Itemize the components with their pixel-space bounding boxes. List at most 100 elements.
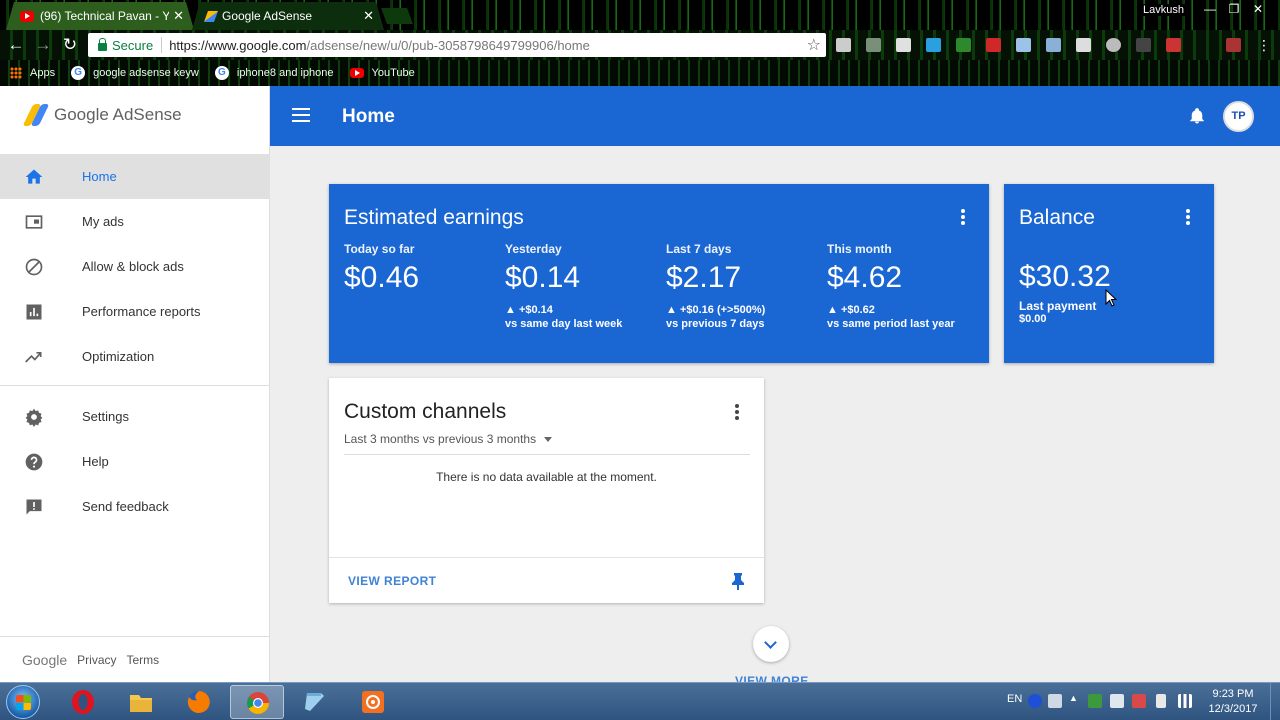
close-window-icon[interactable]: ✕ bbox=[1246, 2, 1270, 16]
browser-menu-icon[interactable]: ⋮ bbox=[1254, 35, 1274, 55]
metric-yesterday: Yesterday $0.14 ▲ +$0.14 vs same day las… bbox=[505, 242, 665, 331]
chrome-icon bbox=[247, 692, 269, 714]
bookmark-apps[interactable]: Apps bbox=[10, 67, 55, 79]
bookmark-adsense-keyword[interactable]: G google adsense keyw bbox=[71, 66, 199, 80]
metric-delta: ▲ +$0.14 bbox=[505, 304, 553, 316]
more-options-icon[interactable] bbox=[1186, 209, 1190, 225]
pin-icon[interactable] bbox=[731, 572, 745, 590]
notifications-bell-icon[interactable] bbox=[1188, 106, 1206, 126]
date-range-dropdown[interactable]: Last 3 months vs previous 3 months bbox=[344, 432, 553, 446]
extension-icon[interactable] bbox=[1106, 38, 1121, 52]
tray-icon[interactable] bbox=[1088, 694, 1102, 708]
profile-name[interactable]: Lavkush bbox=[1140, 4, 1187, 16]
view-more-button[interactable] bbox=[753, 626, 789, 662]
browser-tab-youtube[interactable]: (96) Technical Pavan - Yo ✕ bbox=[6, 2, 194, 30]
view-report-button[interactable]: VIEW REPORT bbox=[348, 574, 436, 588]
sidebar-item-optimization[interactable]: Optimization bbox=[0, 334, 270, 379]
bookmark-star-icon[interactable]: ☆ bbox=[807, 35, 821, 55]
extension-icon[interactable] bbox=[896, 38, 911, 52]
secure-label: Secure bbox=[112, 37, 154, 53]
youtube-icon bbox=[20, 11, 34, 22]
metric-compare: vs same period last year bbox=[827, 318, 955, 330]
taskbar-app-opera[interactable] bbox=[56, 685, 110, 719]
bookmark-youtube[interactable]: YouTube bbox=[349, 67, 415, 79]
metric-compare: vs previous 7 days bbox=[666, 318, 765, 330]
forward-icon[interactable]: → bbox=[33, 35, 53, 55]
tab-close-icon[interactable]: ✕ bbox=[363, 8, 374, 24]
tab-close-icon[interactable]: ✕ bbox=[173, 8, 184, 24]
extension-icon[interactable] bbox=[836, 38, 851, 52]
tag-icon[interactable] bbox=[1076, 38, 1091, 52]
caret-down-icon bbox=[544, 436, 553, 442]
tray-icon[interactable] bbox=[1132, 694, 1146, 708]
dropdown-underline bbox=[344, 454, 750, 455]
metric-value: $4.62 bbox=[827, 261, 903, 294]
windows-start-button[interactable] bbox=[6, 685, 40, 719]
sidebar-item-help[interactable]: Help bbox=[0, 439, 270, 484]
balance-value: $30.32 bbox=[1019, 260, 1111, 293]
more-options-icon[interactable] bbox=[961, 209, 965, 225]
url-host: https://www.google.com bbox=[169, 37, 307, 53]
extension-icon[interactable] bbox=[1046, 38, 1061, 52]
chevron-down-icon bbox=[764, 636, 777, 649]
browser-tab-strip: (96) Technical Pavan - Yo ✕ Google AdSen… bbox=[0, 0, 1280, 30]
taskbar-app-recorder[interactable] bbox=[346, 685, 400, 719]
volume-icon[interactable] bbox=[1110, 694, 1124, 708]
bookmark-iphone8[interactable]: G iphone8 and iphone bbox=[214, 66, 334, 80]
twitter-icon[interactable] bbox=[926, 38, 941, 52]
windows-taskbar: EN ▲ 9:23 PM 12/3/2017 bbox=[0, 682, 1280, 720]
signal-icon[interactable] bbox=[1178, 694, 1192, 708]
extension-icon[interactable] bbox=[1136, 38, 1151, 52]
taskbar-app-explorer[interactable] bbox=[114, 685, 168, 719]
reload-icon[interactable]: ↻ bbox=[60, 35, 80, 55]
sidebar-item-home[interactable]: Home bbox=[0, 154, 270, 199]
terms-link[interactable]: Terms bbox=[127, 653, 160, 667]
extension-icon[interactable] bbox=[1016, 38, 1031, 52]
brand[interactable]: Google AdSense bbox=[24, 104, 182, 126]
taskbar-app-firefox[interactable] bbox=[172, 685, 226, 719]
back-icon[interactable]: ← bbox=[6, 35, 26, 55]
sidebar-item-allow-block-ads[interactable]: Allow & block ads bbox=[0, 244, 270, 289]
profile-icon[interactable] bbox=[1226, 38, 1241, 52]
taskbar-clock[interactable]: 9:23 PM 12/3/2017 bbox=[1200, 687, 1266, 717]
privacy-link[interactable]: Privacy bbox=[77, 653, 116, 667]
restore-icon[interactable]: ❐ bbox=[1222, 2, 1246, 16]
new-tab-button[interactable] bbox=[381, 8, 413, 24]
browser-tab-adsense[interactable]: Google AdSense ✕ bbox=[192, 2, 384, 30]
page-title: Home bbox=[342, 106, 395, 127]
extension-icon[interactable] bbox=[866, 38, 881, 52]
browser-toolbar: ← → ↻ Secure https://www.google.com/adse… bbox=[0, 30, 1280, 60]
feedback-icon bbox=[26, 499, 42, 515]
address-bar[interactable]: Secure https://www.google.com/adsense/ne… bbox=[88, 33, 826, 57]
extension-icon[interactable] bbox=[1166, 38, 1181, 52]
tray-icon[interactable] bbox=[1048, 694, 1062, 708]
main-content: Estimated earnings Today so far $0.46 Ye… bbox=[270, 146, 1280, 688]
sidebar-item-send-feedback[interactable]: Send feedback bbox=[0, 484, 270, 529]
extension-icon[interactable] bbox=[986, 38, 1001, 52]
sidebar-item-my-ads[interactable]: My ads bbox=[0, 199, 270, 244]
metric-label: This month bbox=[827, 242, 892, 256]
youtube-icon bbox=[349, 68, 364, 78]
show-desktop-button[interactable] bbox=[1270, 683, 1280, 720]
app-bar: Home TP bbox=[270, 86, 1280, 146]
sidebar-item-settings[interactable]: Settings bbox=[0, 394, 270, 439]
taskbar-app-chrome[interactable] bbox=[230, 685, 284, 719]
last-payment-label: Last payment bbox=[1019, 299, 1097, 313]
taskbar-app-notepad[interactable] bbox=[288, 685, 342, 719]
trending-up-icon bbox=[25, 352, 42, 363]
menu-icon[interactable] bbox=[292, 108, 310, 122]
language-indicator[interactable]: EN bbox=[1007, 693, 1022, 705]
help-tray-icon[interactable] bbox=[1028, 694, 1042, 708]
sidebar-item-performance-reports[interactable]: Performance reports bbox=[0, 289, 270, 334]
minimize-icon[interactable]: — bbox=[1198, 2, 1222, 16]
recorder-icon bbox=[362, 691, 384, 713]
sidebar-item-label: My ads bbox=[82, 214, 124, 229]
bookmark-label: YouTube bbox=[371, 67, 415, 79]
show-hidden-icons-icon[interactable]: ▲ bbox=[1069, 693, 1078, 703]
metric-delta: ▲ +$0.62 bbox=[827, 304, 875, 316]
checkmark-icon[interactable] bbox=[956, 38, 971, 52]
battery-icon[interactable] bbox=[1156, 694, 1166, 708]
more-options-icon[interactable] bbox=[735, 404, 739, 420]
bookmark-label: google adsense keyw bbox=[93, 67, 199, 79]
avatar[interactable]: TP bbox=[1223, 101, 1254, 132]
